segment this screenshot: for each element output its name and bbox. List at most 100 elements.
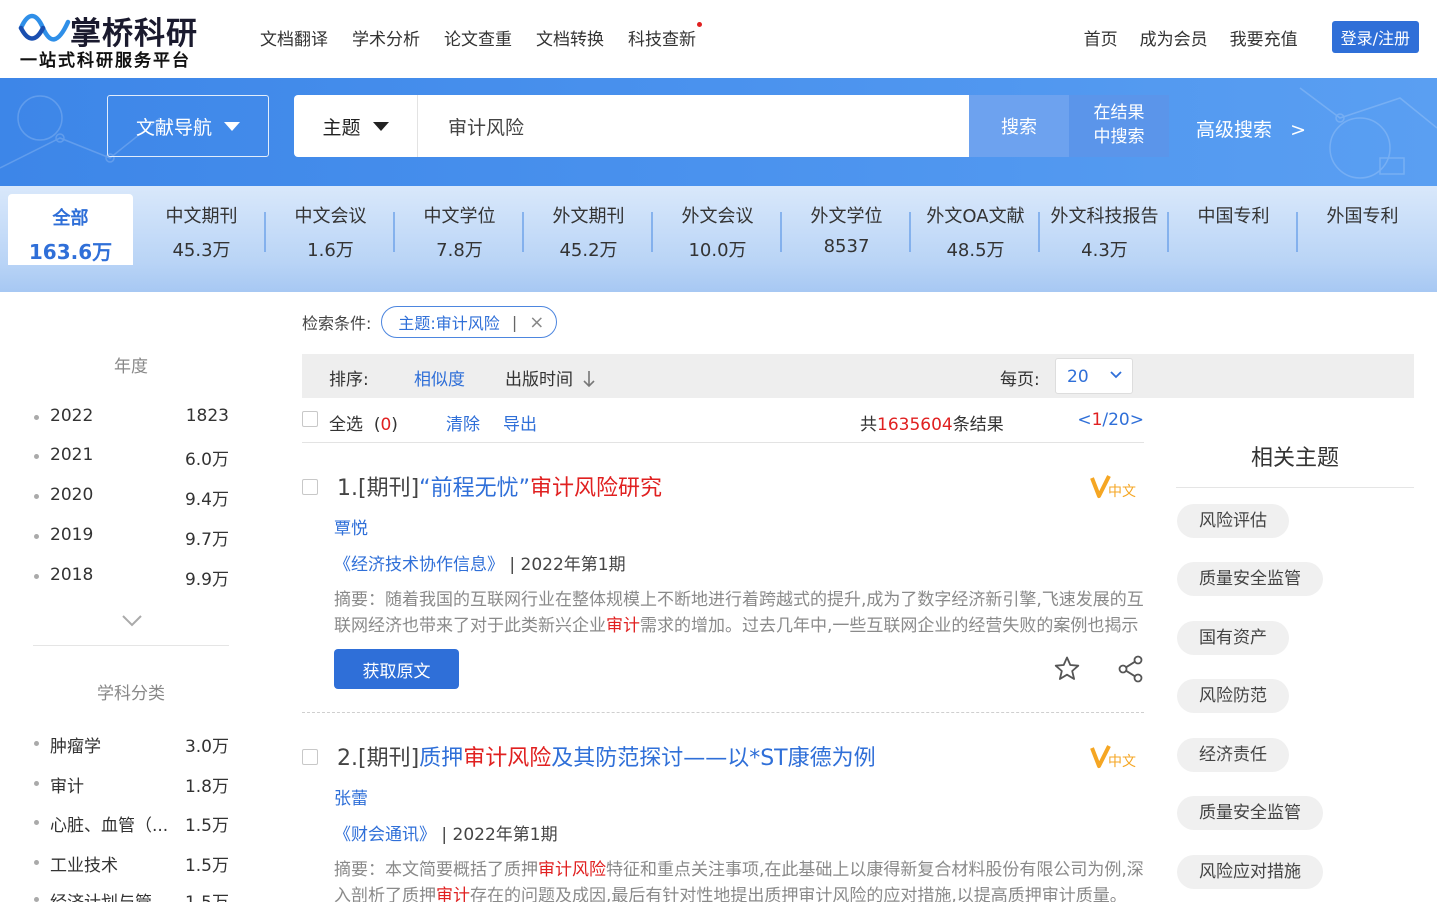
per-page-select[interactable]: 20 [1055,358,1133,394]
tab-label: 外文学位 [810,206,883,227]
related-topic-chip[interactable]: 国有资产 [1177,621,1289,655]
expand-chevron-down-icon[interactable] [121,614,143,628]
site-logo[interactable]: 掌桥科研 一站式科研服务平台 [18,6,218,72]
select-all-checkbox[interactable] [302,411,318,427]
sort-relevance[interactable]: 相似度 [414,365,465,390]
tab-label: 外文期刊 [552,206,625,227]
related-topic-chip[interactable]: 风险防范 [1177,679,1289,713]
year-filter-item[interactable]: 2018 9.9万 [33,563,229,591]
result-source: 《经济技术协作信息》 | 2022年第1期 [334,550,626,575]
star-icon[interactable] [1053,655,1081,683]
tab-cn-thesis[interactable]: 中文学位 7.8万 [395,194,524,266]
bullet-icon [34,415,39,420]
abstract-highlight: 审计风险 [538,860,606,880]
login-register-button[interactable]: 登录/注册 [1331,21,1419,53]
select-all-text: 全选 [329,415,363,435]
tab-count: 1.6万 [307,240,354,261]
filter-count: 3.0万 [184,737,229,757]
nav-novelty-search[interactable]: 科技查新 [628,22,702,50]
tab-count: 45.3万 [172,240,231,261]
search-within-line2: 中搜索 [1093,127,1145,147]
search-within-results-button[interactable]: 在结果 中搜索 [1069,95,1169,157]
result-title[interactable]: 2.[期刊]质押审计风险及其防范探讨——以*ST康德为例 [337,740,876,772]
nav-translate[interactable]: 文档翻译 [260,25,328,50]
select-all-label[interactable]: 全选 (0) [329,410,398,435]
total-suffix: 条结果 [952,415,1004,435]
result-checkbox[interactable] [302,479,318,495]
related-topic-chip[interactable]: 风险应对措施 [1177,855,1323,889]
arrow-down-icon [583,371,595,388]
search-field-label: 主题 [322,116,361,139]
related-topic-chip[interactable]: 经济责任 [1177,738,1289,772]
bullet-icon [34,781,39,786]
tab-cn-conference[interactable]: 中文会议 1.6万 [266,194,395,266]
nav-recharge[interactable]: 我要充值 [1230,25,1298,50]
result-checkbox[interactable] [302,749,318,765]
tab-cn-journal[interactable]: 中文期刊 45.3万 [137,194,266,266]
export-link[interactable]: 导出 [503,410,537,435]
filter-count: 1.5万 [184,856,229,876]
nav-analysis[interactable]: 学术分析 [352,25,420,50]
pager-prev[interactable]: < [1077,410,1091,430]
tab-label: 全部 [52,208,89,229]
share-icon[interactable] [1117,655,1145,683]
result-author[interactable]: 覃悦 [334,514,368,539]
result-journal[interactable]: 《财会通讯》 [334,825,436,845]
user-nav: 首页 成为会员 我要充值 登录/注册 [1062,21,1419,53]
tab-label: 外文OA文献 [926,206,1025,227]
sort-publish-date[interactable]: 出版时间 [505,365,596,390]
tab-label: 中国专利 [1197,206,1270,227]
tab-label: 外国专利 [1326,206,1399,227]
tab-en-conference[interactable]: 外文会议 10.0万 [653,194,782,266]
tab-count: 4.3万 [1081,240,1128,261]
result-journal[interactable]: 《经济技术协作信息》 [334,555,504,575]
year-filter-item[interactable]: 2020 9.4万 [33,483,229,511]
tab-en-thesis[interactable]: 外文学位 8537 [782,194,911,266]
close-icon[interactable]: × [529,312,544,333]
tab-label: 外文会议 [681,206,754,227]
tab-cn-patent[interactable]: 中国专利 [1169,194,1298,266]
nav-home[interactable]: 首页 [1084,25,1118,50]
related-topic-chip[interactable]: 质量安全监管 [1177,562,1323,596]
tab-en-tech-report[interactable]: 外文科技报告 4.3万 [1040,194,1169,266]
conditions-label: 检索条件: [302,314,372,333]
selection-toolbar: 全选 (0) 清除 导出 共1635604条结果 <1/20> [302,405,1144,443]
subject-filter-item[interactable]: 工业技术 1.5万 [33,849,229,877]
tab-foreign-patent[interactable]: 外国专利 [1298,194,1427,266]
year-filter-item[interactable]: 2019 9.7万 [33,523,229,551]
filter-count: 1.5万 [184,816,229,836]
year-filter-item[interactable]: 2021 6.0万 [33,443,229,471]
nav-plagiarism[interactable]: 论文查重 [444,25,512,50]
search-input[interactable] [430,105,950,147]
pager-next[interactable]: > [1130,410,1144,430]
result-issue: | 2022年第1期 [504,555,626,575]
tab-en-oa[interactable]: 外文OA文献 48.5万 [911,194,1040,266]
related-topic-chip[interactable]: 风险评估 [1177,504,1289,538]
chevron-down-icon [1110,371,1122,379]
subject-filter-item[interactable]: 肿瘤学 3.0万 [33,730,229,758]
search-button[interactable]: 搜索 [969,95,1069,157]
tab-en-journal[interactable]: 外文期刊 45.2万 [524,194,653,266]
search-field-select[interactable]: 主题 [294,95,418,157]
literature-nav-dropdown[interactable]: 文献导航 [107,95,269,157]
clear-selection-link[interactable]: 清除 [446,410,480,435]
tab-all[interactable]: 全部 163.6万 [8,194,133,265]
condition-tag: 主题:审计风险 | × [381,306,558,338]
filter-label: 2021 [50,445,94,465]
nav-membership[interactable]: 成为会员 [1140,25,1208,50]
result-title[interactable]: 1.[期刊]“前程无忧”审计风险研究 [337,470,662,502]
advanced-search-link[interactable]: 高级搜索 > [1196,115,1306,142]
subject-filter-item[interactable]: 心脏、血管（... 1.5万 [33,809,229,837]
category-tabs-bar: 全部 163.6万 中文期刊 45.3万 中文会议 1.6万 中文学位 7.8万… [0,186,1437,292]
bullet-icon [34,897,39,902]
nav-convert[interactable]: 文档转换 [536,25,604,50]
related-topic-chip[interactable]: 质量安全监管 [1177,796,1323,830]
get-fulltext-button[interactable]: 获取原文 [334,649,459,689]
subject-filter-item[interactable]: 审计 1.8万 [33,770,229,798]
tab-count: 8537 [823,236,870,257]
year-filter-item[interactable]: 2022 1823 [33,404,229,432]
result-author[interactable]: 张蕾 [334,784,368,809]
tab-count: 163.6万 [28,240,113,264]
abstract-highlight: 审计 [436,886,470,902]
subject-filter-item[interactable]: 经济计划与管 1.5万 [33,886,229,902]
